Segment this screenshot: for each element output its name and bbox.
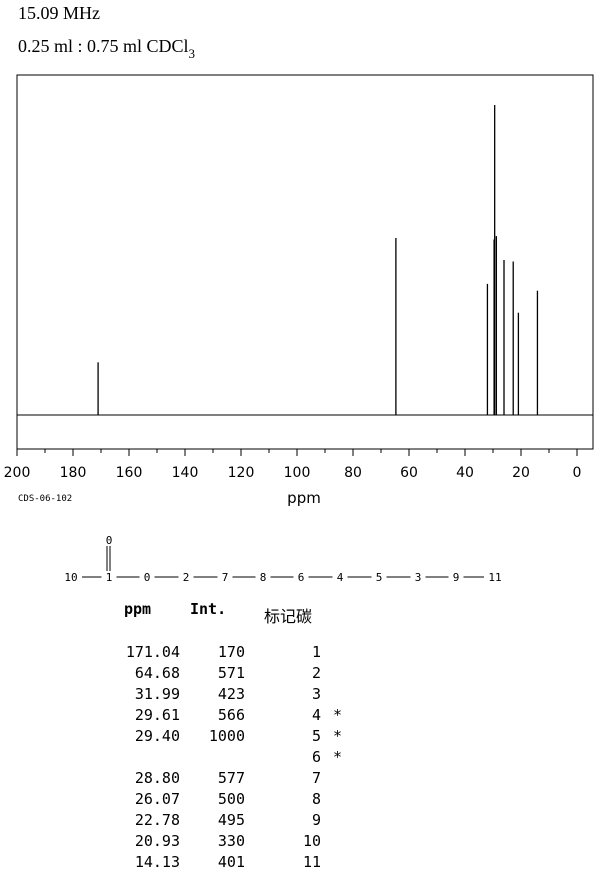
ppm-cell: 20.93 xyxy=(134,832,180,850)
x-axis-label: ppm xyxy=(287,489,321,507)
x-tick-label: 200 xyxy=(4,465,31,481)
intensity-cell: 170 xyxy=(217,643,245,661)
table-row: 171.04 170 1 xyxy=(0,643,595,664)
nmr-spectrum-chart: 200 180 160 140 120 100 80 60 40 20 0 ppm xyxy=(4,74,594,507)
carbon-cell: 8 xyxy=(311,790,321,808)
intensity-cell: 577 xyxy=(217,769,245,787)
table-row: 20.93 330 10 xyxy=(0,832,595,853)
carbonyl-oxygen-label: 0 xyxy=(106,534,113,547)
x-axis-ticks: 200 180 160 140 120 100 80 60 40 20 0 xyxy=(4,449,582,481)
table-row: 6 * xyxy=(0,748,595,769)
ppm-cell: 171.04 xyxy=(125,643,180,661)
structure-chain: 10 1 0 2 7 8 6 4 5 3 9 110 xyxy=(64,534,501,584)
carbon-cell: 1 xyxy=(311,643,321,661)
ppm-cell: 26.07 xyxy=(134,790,180,808)
structure-diagram: 10 1 0 2 7 8 6 4 5 3 9 110 xyxy=(64,534,501,584)
carbon-cell: 5 xyxy=(311,727,321,745)
ppm-cell: 31.99 xyxy=(134,685,180,703)
table-row: 31.99 423 3 xyxy=(0,685,595,706)
intensity-cell: 1000 xyxy=(208,727,245,745)
atom-label: 11 xyxy=(488,571,501,584)
mark-cell: * xyxy=(333,748,343,766)
atom-label: 9 xyxy=(453,571,460,584)
carbon-cell: 9 xyxy=(311,811,321,829)
header-carbon: 标记碳 xyxy=(264,607,313,626)
intensity-cell: 566 xyxy=(217,706,245,724)
spectrum-code: CDS-06-102 xyxy=(18,494,73,504)
intensity-cell: 330 xyxy=(217,832,245,850)
header-ppm: ppm xyxy=(124,600,152,618)
carbon-cell: 6 xyxy=(311,748,321,766)
atom-label: 5 xyxy=(376,571,383,584)
header-intensity: Int. xyxy=(190,600,227,618)
carbon-cell: 11 xyxy=(302,853,321,871)
mark-cell: * xyxy=(333,727,343,745)
ppm-cell: 29.61 xyxy=(134,706,180,724)
x-tick-label: 100 xyxy=(284,465,311,481)
atom-label: 1 xyxy=(106,571,113,584)
plot-frame xyxy=(16,74,594,450)
table-row: 22.78 495 9 xyxy=(0,811,595,832)
carbon-cell: 3 xyxy=(311,685,321,703)
atom-label: 8 xyxy=(260,571,267,584)
ppm-cell: 14.13 xyxy=(134,853,180,871)
ppm-cell: 28.80 xyxy=(134,769,180,787)
table-row: 28.80 577 7 xyxy=(0,769,595,790)
x-tick-label: 160 xyxy=(116,465,143,481)
x-tick-label: 180 xyxy=(60,465,87,481)
carbon-cell: 10 xyxy=(302,832,321,850)
carbon-cell: 2 xyxy=(311,664,321,682)
carbon-cell: 7 xyxy=(311,769,321,787)
carbon-cell: 4 xyxy=(311,706,321,724)
table-row: 14.13 401 11 xyxy=(0,853,595,874)
x-tick-label: 120 xyxy=(228,465,255,481)
x-tick-label: 140 xyxy=(172,465,199,481)
table-row: 26.07 500 8 xyxy=(0,790,595,811)
intensity-cell: 423 xyxy=(217,685,245,703)
intensity-cell: 500 xyxy=(217,790,245,808)
intensity-cell: 401 xyxy=(217,853,245,871)
x-tick-label: 40 xyxy=(456,465,474,481)
peaks-group xyxy=(97,105,539,415)
atom-label: 7 xyxy=(222,571,229,584)
ppm-cell: 22.78 xyxy=(134,811,180,829)
x-tick-label: 0 xyxy=(573,465,582,481)
table-row: 64.68 571 2 xyxy=(0,664,595,685)
atom-label: 3 xyxy=(415,571,422,584)
intensity-cell: 571 xyxy=(217,664,245,682)
ppm-cell: 64.68 xyxy=(134,664,180,682)
atom-label: 2 xyxy=(183,571,190,584)
atom-label: 6 xyxy=(298,571,305,584)
table-row: 29.61 566 4 * xyxy=(0,706,595,727)
table-row: 29.40 1000 5 * xyxy=(0,727,595,748)
x-tick-label: 60 xyxy=(400,465,418,481)
intensity-cell: 495 xyxy=(217,811,245,829)
atom-label: 10 xyxy=(64,571,77,584)
atom-label: 4 xyxy=(337,571,344,584)
mark-cell: * xyxy=(333,706,343,724)
ppm-cell: 29.40 xyxy=(134,727,180,745)
atom-label: 0 xyxy=(144,571,151,584)
x-tick-label: 20 xyxy=(512,465,530,481)
x-tick-label: 80 xyxy=(344,465,362,481)
